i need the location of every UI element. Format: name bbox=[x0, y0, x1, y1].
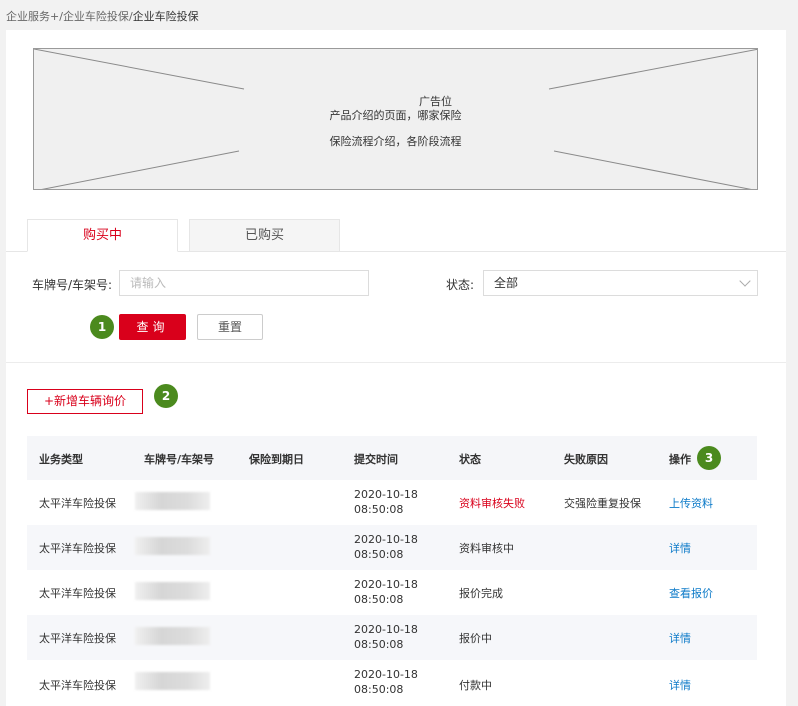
orders-table: 业务类型 车牌号/车架号 保险到期日 提交时间 状态 失败原因 操作 3 太平洋… bbox=[27, 436, 757, 705]
header-plate: 车牌号/车架号 bbox=[144, 453, 215, 466]
query-button[interactable]: 查询 bbox=[119, 314, 186, 340]
table-row: 太平洋车险投保 2020-10-18 08:50:08 资料审核中 详情 bbox=[27, 525, 757, 570]
status-select-value: 全部 bbox=[494, 276, 519, 290]
details-link[interactable]: 详情 bbox=[669, 630, 691, 646]
breadcrumb: 企业服务+/企业车险投保/企业车险投保 bbox=[6, 8, 199, 24]
cell-business-type: 太平洋车险投保 bbox=[39, 679, 116, 692]
header-business-type: 业务类型 bbox=[39, 453, 83, 466]
cell-submit-time: 08:50:08 bbox=[354, 638, 404, 651]
breadcrumb-current: 企业车险投保 bbox=[132, 10, 199, 23]
add-vehicle-quote-button[interactable]: +新增车辆询价 bbox=[27, 389, 143, 414]
cell-business-type: 太平洋车险投保 bbox=[39, 587, 116, 600]
cell-business-type: 太平洋车险投保 bbox=[39, 497, 116, 510]
breadcrumb-item-enterprise-service[interactable]: 企业服务 bbox=[6, 10, 50, 23]
cell-submit-date: 2020-10-18 bbox=[354, 668, 418, 681]
status-label: 状态: bbox=[446, 278, 475, 292]
cell-status: 资料审核失败 bbox=[459, 497, 525, 510]
breadcrumb-item-vehicle-insurance[interactable]: 企业车险投保 bbox=[63, 10, 129, 23]
details-link[interactable]: 详情 bbox=[669, 677, 691, 693]
cell-submit-time: 08:50:08 bbox=[354, 593, 404, 606]
cell-plate-redacted bbox=[135, 537, 210, 555]
header-expiry: 保险到期日 bbox=[249, 453, 304, 466]
cell-submit-time: 08:50:08 bbox=[354, 683, 404, 696]
cell-business-type: 太平洋车险投保 bbox=[39, 632, 116, 645]
tab-buying[interactable]: 购买中 bbox=[27, 219, 178, 252]
cell-submit-date: 2020-10-18 bbox=[354, 533, 418, 546]
cell-submit-date: 2020-10-18 bbox=[354, 623, 418, 636]
ad-line-2: 保险流程介绍，各阶段流程 bbox=[329, 135, 462, 148]
step-badge-1: 1 bbox=[90, 315, 114, 339]
table-row: 太平洋车险投保 2020-10-18 08:50:08 报价完成 查看报价 bbox=[27, 570, 757, 615]
cell-plate-redacted bbox=[135, 582, 210, 600]
tab-purchased[interactable]: 已购买 bbox=[189, 219, 340, 252]
breadcrumb-separator: +/ bbox=[50, 10, 63, 23]
cell-submit-time: 08:50:08 bbox=[354, 548, 404, 561]
cell-plate-redacted bbox=[135, 492, 210, 510]
cell-status: 资料审核中 bbox=[459, 542, 514, 555]
reset-button[interactable]: 重置 bbox=[197, 314, 263, 340]
cell-plate-redacted bbox=[135, 627, 210, 645]
view-quote-link[interactable]: 查看报价 bbox=[669, 585, 713, 601]
table-row: 太平洋车险投保 2020-10-18 08:50:08 报价中 详情 bbox=[27, 615, 757, 660]
cell-status: 报价完成 bbox=[459, 587, 503, 600]
upload-documents-link[interactable]: 上传资料 bbox=[669, 495, 713, 511]
cell-submit-date: 2020-10-18 bbox=[354, 488, 418, 501]
cell-fail-reason: 交强险重复投保 bbox=[564, 497, 641, 510]
header-action: 操作 bbox=[669, 453, 691, 466]
cell-submit-date: 2020-10-18 bbox=[354, 578, 418, 591]
table-row: 太平洋车险投保 2020-10-18 08:50:08 资料审核失败 交强险重复… bbox=[27, 480, 757, 525]
table-row: 太平洋车险投保 2020-10-18 08:50:08 付款中 详情 bbox=[27, 660, 757, 705]
cell-plate-redacted bbox=[135, 672, 210, 690]
ad-placeholder: 广告位 产品介绍的页面，哪家保险 保险流程介绍，各阶段流程 bbox=[33, 48, 758, 190]
step-badge-2: 2 bbox=[154, 384, 178, 408]
header-fail-reason: 失败原因 bbox=[564, 453, 608, 466]
section-divider bbox=[6, 362, 786, 363]
cell-submit-time: 08:50:08 bbox=[354, 503, 404, 516]
plate-label: 车牌号/车架号: bbox=[32, 278, 113, 292]
cell-status: 付款中 bbox=[459, 679, 492, 692]
chevron-down-icon bbox=[739, 275, 751, 287]
step-badge-3: 3 bbox=[697, 446, 721, 470]
status-select[interactable]: 全部 bbox=[483, 270, 758, 296]
cell-status: 报价中 bbox=[459, 632, 492, 645]
details-link[interactable]: 详情 bbox=[669, 540, 691, 556]
header-submit-time: 提交时间 bbox=[354, 453, 398, 466]
header-status: 状态 bbox=[459, 453, 481, 466]
cell-business-type: 太平洋车险投保 bbox=[39, 542, 116, 555]
plate-input[interactable] bbox=[119, 270, 369, 296]
ad-line-1: 产品介绍的页面，哪家保险 bbox=[329, 109, 462, 122]
main-panel: 广告位 产品介绍的页面，哪家保险 保险流程介绍，各阶段流程 购买中 已购买 车牌… bbox=[6, 30, 786, 706]
table-header: 业务类型 车牌号/车架号 保险到期日 提交时间 状态 失败原因 操作 3 bbox=[27, 436, 757, 480]
